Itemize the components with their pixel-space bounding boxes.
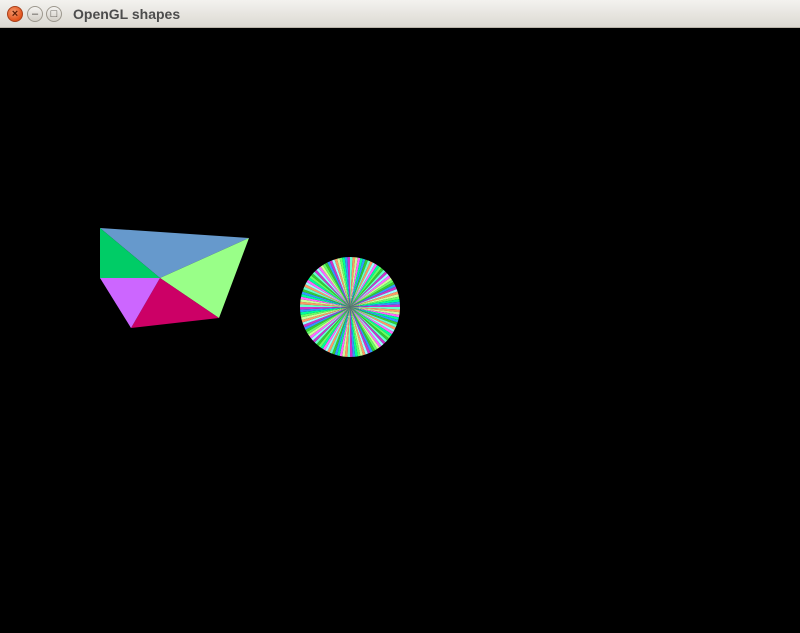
scene-svg [0,28,800,628]
triangle-fan-shape [100,228,249,328]
minimize-button[interactable]: – [27,6,43,22]
maximize-button[interactable]: □ [46,6,62,22]
window-title: OpenGL shapes [73,6,181,22]
opengl-canvas[interactable] [0,28,800,628]
maximize-icon: □ [50,7,58,20]
title-bar[interactable]: × – □ OpenGL shapes [0,0,800,28]
minimize-icon: – [31,7,39,20]
close-icon: × [11,7,19,20]
spoked-circle-shape [300,257,400,357]
close-button[interactable]: × [7,6,23,22]
app-window: × – □ OpenGL shapes [0,0,800,628]
